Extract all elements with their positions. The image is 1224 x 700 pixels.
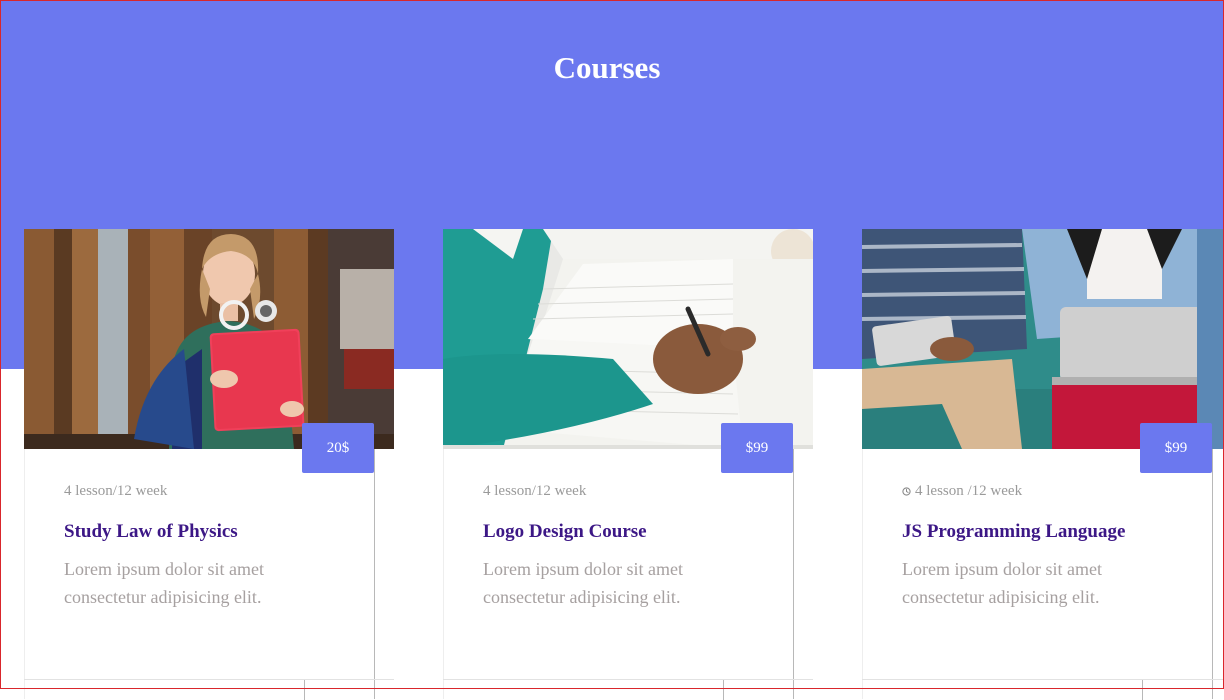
course-image-devices[interactable] — [862, 229, 1224, 449]
clock-icon — [902, 487, 911, 496]
course-image-writing[interactable] — [443, 229, 813, 449]
course-card[interactable]: 20$ 4 lesson/12 week Study Law of Physic… — [24, 229, 394, 700]
card-footer-separator — [1142, 680, 1143, 700]
course-title[interactable]: Study Law of Physics — [64, 521, 238, 543]
course-meta-text: 4 lesson/12 week — [483, 483, 587, 499]
price-badge[interactable]: $99 — [1140, 423, 1212, 473]
price-badge[interactable]: 20$ — [302, 423, 374, 473]
course-card[interactable]: $99 4 lesson/12 week Logo Design Course … — [443, 229, 813, 700]
card-footer-divider — [862, 679, 1224, 680]
course-title[interactable]: Logo Design Course — [483, 521, 647, 543]
course-description: Lorem ipsum dolor sit amet consectetur a… — [902, 559, 1102, 607]
page-title: Courses — [553, 50, 661, 85]
course-meta: 4 lesson/12 week — [483, 483, 586, 500]
course-image-student[interactable] — [24, 229, 394, 449]
course-meta-text: 4 lesson/12 week — [64, 483, 168, 499]
course-meta: 4 lesson /12 week — [902, 483, 1022, 500]
card-footer-separator — [304, 680, 305, 700]
price-badge[interactable]: $99 — [721, 423, 793, 473]
course-meta-text: 4 lesson /12 week — [915, 483, 1023, 499]
course-description: Lorem ipsum dolor sit amet consectetur a… — [64, 559, 264, 607]
course-description: Lorem ipsum dolor sit amet consectetur a… — [483, 559, 683, 607]
card-footer-divider — [24, 679, 394, 680]
card-footer-separator — [723, 680, 724, 700]
course-meta: 4 lesson/12 week — [64, 483, 167, 500]
course-card[interactable]: $99 4 lesson /12 week JS Programming Lan… — [862, 229, 1224, 700]
course-title[interactable]: JS Programming Language — [902, 521, 1125, 543]
card-footer-divider — [443, 679, 813, 680]
